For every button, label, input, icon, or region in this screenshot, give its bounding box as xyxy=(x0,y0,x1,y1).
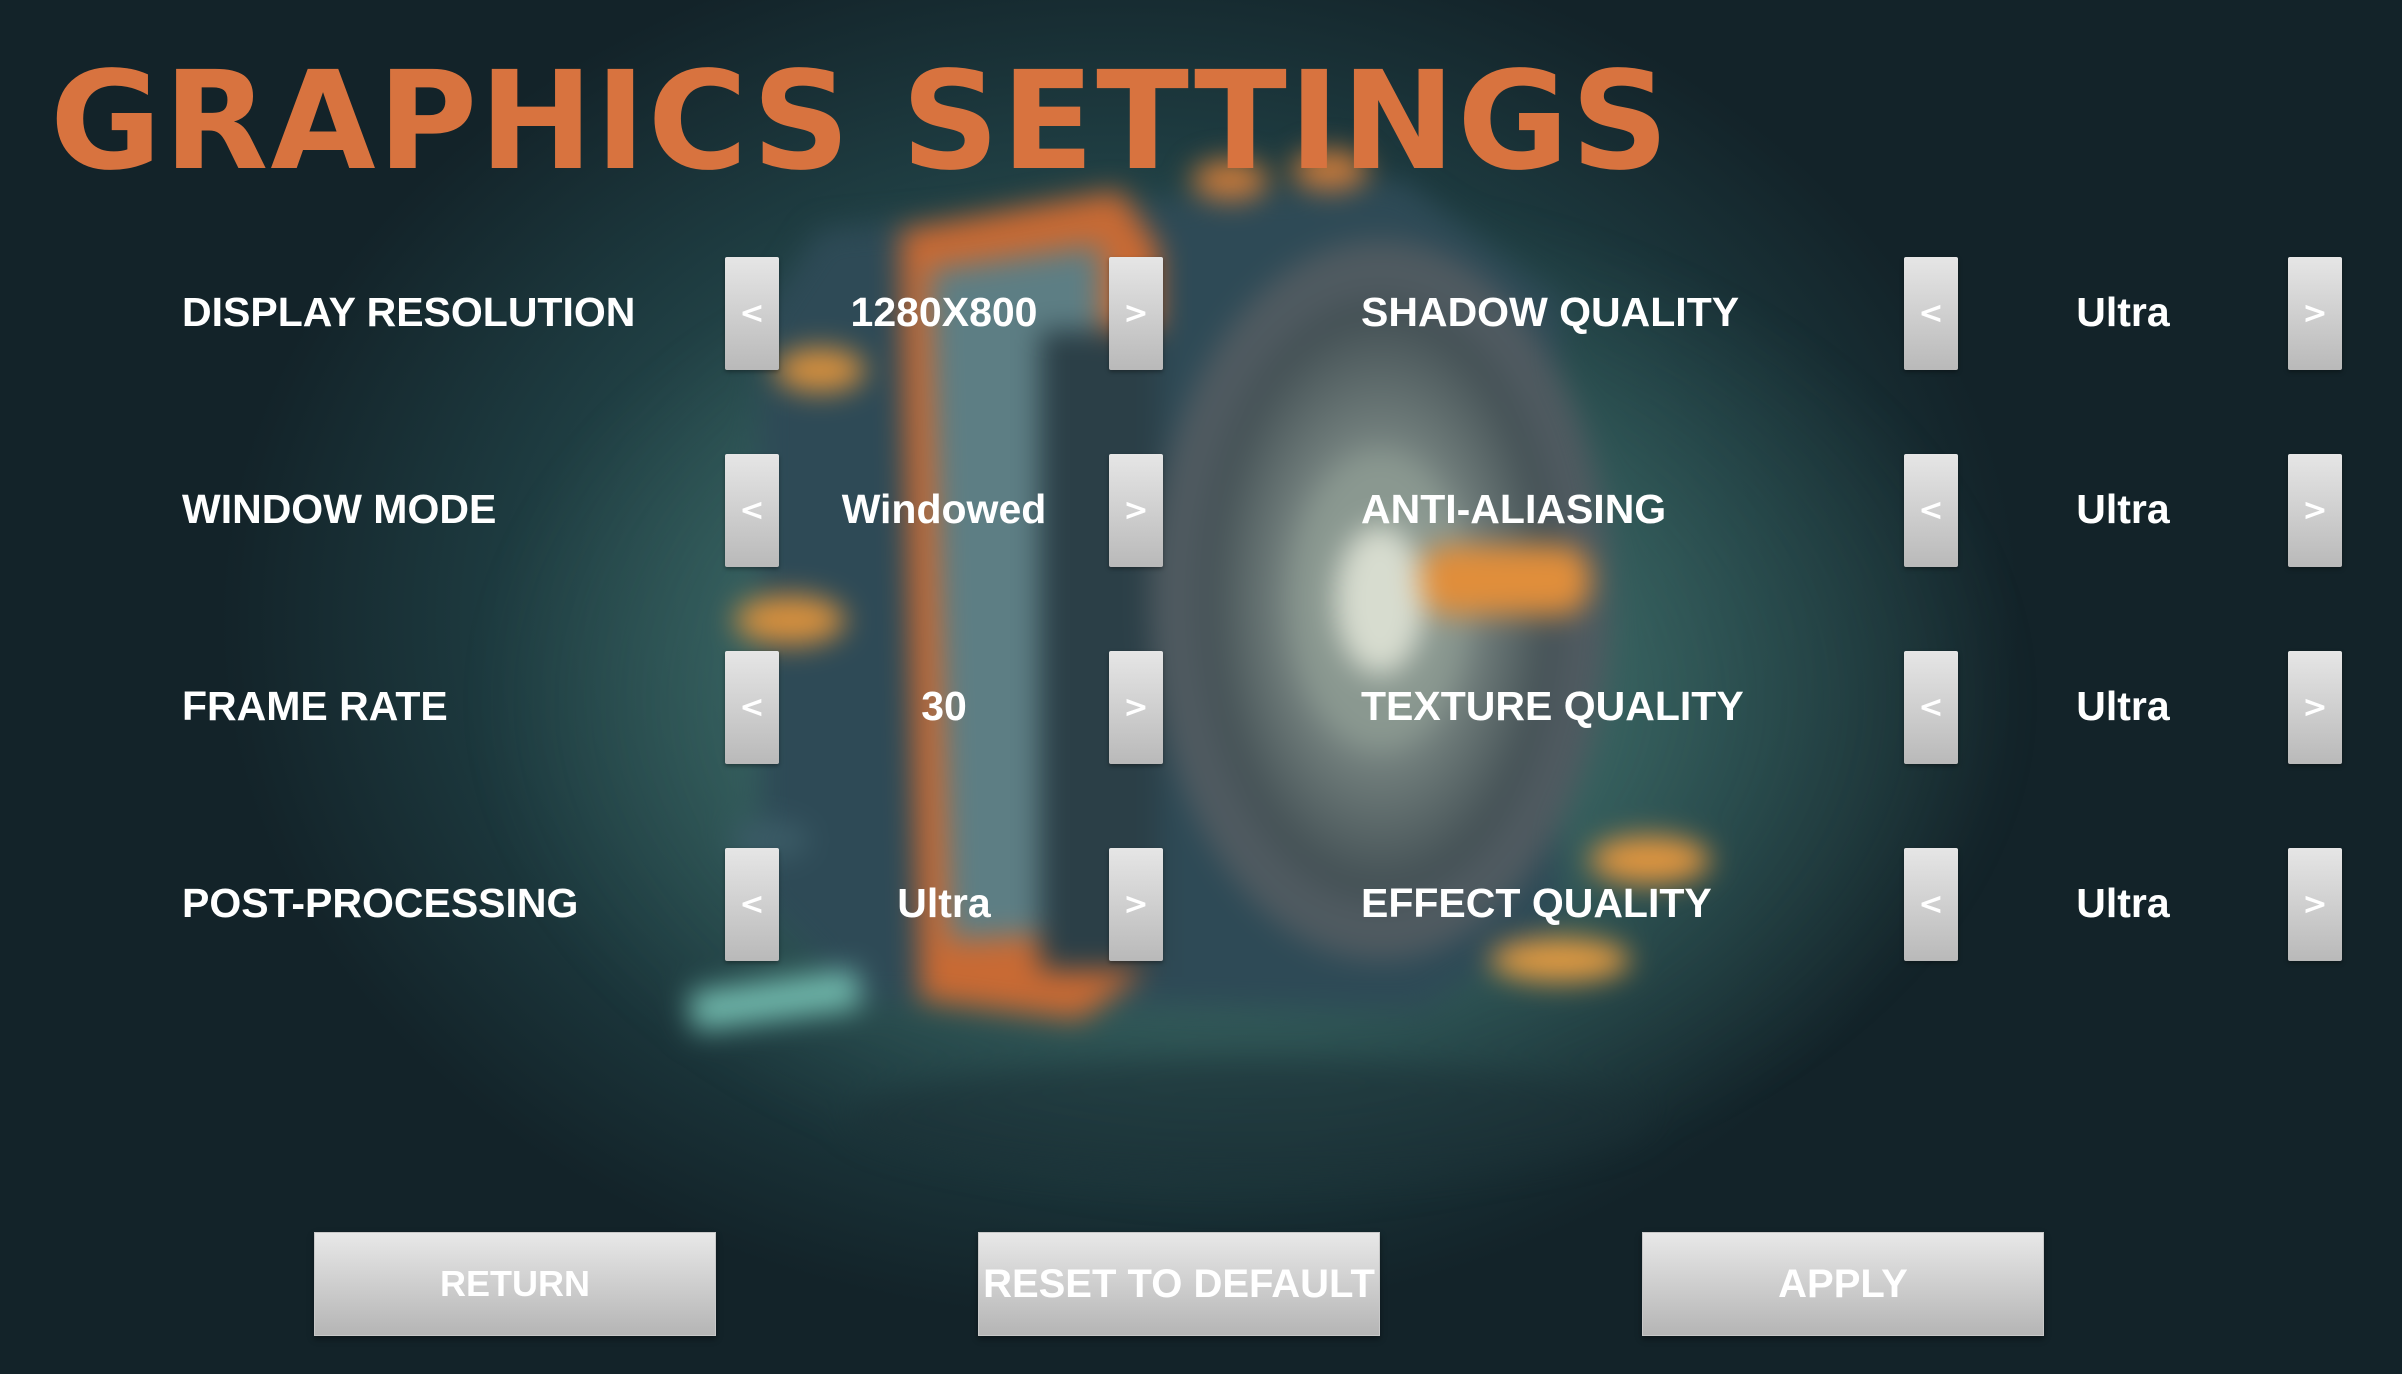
display-resolution-value: 1280X800 xyxy=(850,289,1038,335)
setting-label-window-mode: WINDOW MODE xyxy=(182,486,497,532)
setting-label-display-resolution: DISPLAY RESOLUTION xyxy=(182,289,636,335)
setting-label-frame-rate: FRAME RATE xyxy=(182,683,448,729)
chevron-right-icon: > xyxy=(1123,689,1149,725)
chevron-right-icon: > xyxy=(1123,295,1149,331)
effect-quality-value: Ultra xyxy=(2076,880,2170,926)
chevron-left-icon: < xyxy=(739,886,765,922)
chevron-left-icon: < xyxy=(739,295,765,331)
window-mode-prev-button[interactable]: < xyxy=(725,454,779,567)
return-button[interactable]: RETURN xyxy=(314,1232,716,1336)
graphics-settings-screen: GRAPHICS SETTINGS DISPLAY RESOLUTION < 1… xyxy=(0,0,2402,1374)
setting-label-effect-quality: EFFECT QUALITY xyxy=(1361,880,1712,926)
window-mode-next-button[interactable]: > xyxy=(1109,454,1163,567)
anti-aliasing-value: Ultra xyxy=(2076,486,2170,532)
effect-quality-next-button[interactable]: > xyxy=(2288,848,2342,961)
post-processing-next-button[interactable]: > xyxy=(1109,848,1163,961)
frame-rate-prev-button[interactable]: < xyxy=(725,651,779,764)
effect-quality-prev-button[interactable]: < xyxy=(1904,848,1958,961)
frame-rate-next-button[interactable]: > xyxy=(1109,651,1163,764)
setting-label-texture-quality: TEXTURE QUALITY xyxy=(1361,683,1744,729)
chevron-left-icon: < xyxy=(1918,295,1944,331)
texture-quality-next-button[interactable]: > xyxy=(2288,651,2342,764)
display-resolution-prev-button[interactable]: < xyxy=(725,257,779,370)
post-processing-value: Ultra xyxy=(897,880,991,926)
chevron-left-icon: < xyxy=(739,492,765,528)
post-processing-prev-button[interactable]: < xyxy=(725,848,779,961)
shadow-quality-next-button[interactable]: > xyxy=(2288,257,2342,370)
chevron-right-icon: > xyxy=(2302,886,2328,922)
reset-to-default-button[interactable]: RESET TO DEFAULT xyxy=(978,1232,1380,1336)
reset-to-default-button-label: RESET TO DEFAULT xyxy=(983,1261,1375,1306)
chevron-left-icon: < xyxy=(739,689,765,725)
return-button-label: RETURN xyxy=(440,1263,590,1304)
chevron-right-icon: > xyxy=(2302,295,2328,331)
apply-button[interactable]: APPLY xyxy=(1642,1232,2044,1336)
frame-rate-value: 30 xyxy=(921,683,967,729)
setting-label-post-processing: POST-PROCESSING xyxy=(182,880,579,926)
chevron-right-icon: > xyxy=(2302,492,2328,528)
texture-quality-prev-button[interactable]: < xyxy=(1904,651,1958,764)
window-mode-value: Windowed xyxy=(841,486,1047,532)
anti-aliasing-next-button[interactable]: > xyxy=(2288,454,2342,567)
apply-button-label: APPLY xyxy=(1778,1261,1908,1306)
shadow-quality-value: Ultra xyxy=(2076,289,2170,335)
chevron-left-icon: < xyxy=(1918,689,1944,725)
display-resolution-next-button[interactable]: > xyxy=(1109,257,1163,370)
chevron-right-icon: > xyxy=(1123,492,1149,528)
chevron-left-icon: < xyxy=(1918,886,1944,922)
chevron-right-icon: > xyxy=(2302,689,2328,725)
chevron-left-icon: < xyxy=(1918,492,1944,528)
texture-quality-value: Ultra xyxy=(2076,683,2170,729)
setting-label-anti-aliasing: ANTI-ALIASING xyxy=(1361,486,1667,532)
shadow-quality-prev-button[interactable]: < xyxy=(1904,257,1958,370)
chevron-right-icon: > xyxy=(1123,886,1149,922)
setting-label-shadow-quality: SHADOW QUALITY xyxy=(1361,289,1740,335)
anti-aliasing-prev-button[interactable]: < xyxy=(1904,454,1958,567)
page-title: GRAPHICS SETTINGS xyxy=(50,43,1671,201)
